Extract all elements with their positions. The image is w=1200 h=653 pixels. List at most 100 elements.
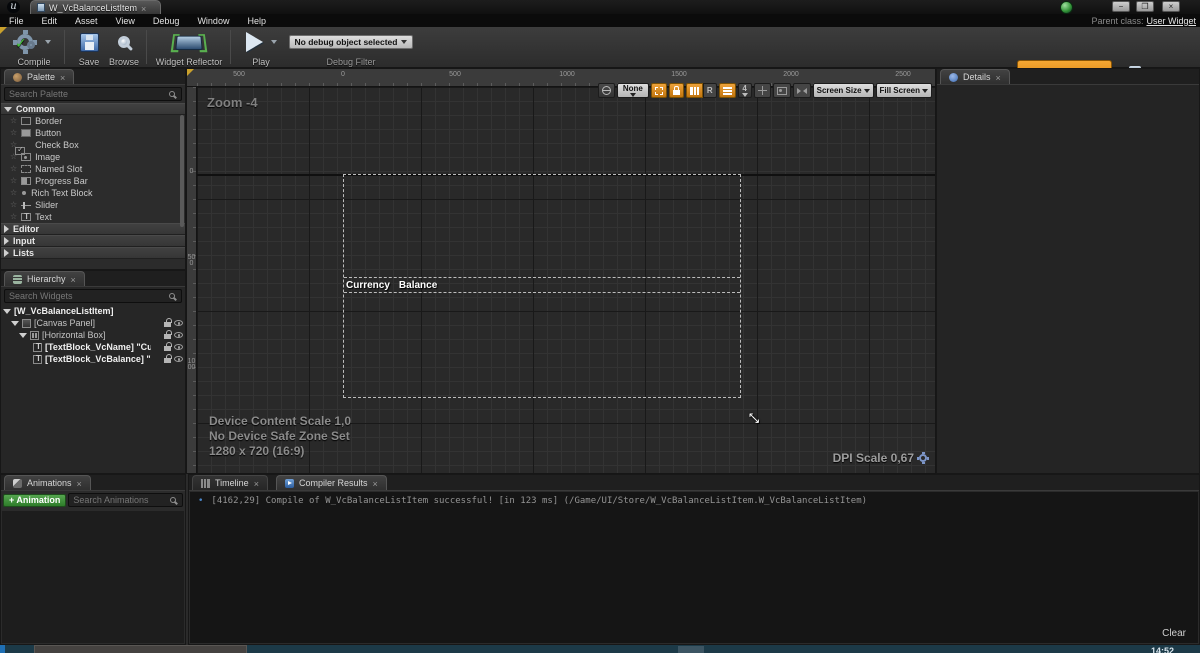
parent-class-link[interactable]: User Widget	[1146, 16, 1196, 26]
hierarchy-row-textblock-vcname[interactable]: [TextBlock_VcName] "Currency"	[1, 341, 185, 353]
favorite-star-icon[interactable]: ☆	[10, 189, 17, 197]
dpi-settings-gear-icon[interactable]	[919, 454, 927, 462]
toggle-grid-snap-button[interactable]	[686, 83, 703, 98]
menu-asset[interactable]: Asset	[66, 16, 107, 26]
palette-item-text[interactable]: ☆Text	[1, 211, 185, 223]
menu-debug[interactable]: Debug	[144, 16, 189, 26]
details-panel: Details	[936, 68, 1200, 474]
hierarchy-search-input[interactable]	[5, 290, 181, 302]
flip-preview-button[interactable]	[793, 83, 811, 98]
toggle-lock-button[interactable]	[669, 83, 684, 98]
play-button[interactable]: Play	[238, 29, 284, 67]
hierarchy-row-canvas-panel[interactable]: [Canvas Panel]	[1, 317, 185, 329]
widget-selection-outline[interactable]: Currency Balance	[343, 174, 741, 398]
details-tab[interactable]: Details	[940, 69, 1010, 84]
launcher-orb-icon[interactable]	[1060, 1, 1073, 14]
preview-background-button[interactable]	[773, 83, 791, 98]
palette-tab[interactable]: Palette	[4, 69, 74, 84]
compiler-results-tab[interactable]: Compiler Results	[276, 475, 387, 490]
chevron-down-icon[interactable]	[11, 321, 19, 326]
palette-category-input[interactable]: Input	[1, 235, 185, 247]
add-animation-button[interactable]: + Animation	[3, 494, 66, 507]
menu-help[interactable]: Help	[238, 16, 275, 26]
visibility-eye-icon[interactable]	[174, 344, 183, 350]
hierarchy-tab[interactable]: Hierarchy	[4, 271, 85, 286]
lock-icon[interactable]	[164, 358, 171, 363]
visibility-eye-icon[interactable]	[174, 320, 183, 326]
hierarchy-row-root[interactable]: [W_VcBalanceListItem]	[1, 305, 185, 317]
localization-preview-button[interactable]	[598, 83, 615, 98]
favorite-star-icon[interactable]: ☆	[10, 117, 17, 125]
animations-icon	[13, 479, 22, 488]
palette-scrollbar[interactable]	[180, 115, 184, 227]
chevron-down-icon[interactable]	[3, 309, 11, 314]
hierarchy-row-horizontal-box[interactable]: [Horizontal Box]	[1, 329, 185, 341]
taskbar-tray-button[interactable]	[678, 646, 704, 653]
palette-item-border[interactable]: ☆Border	[1, 115, 185, 127]
compiler-results-tab-close-icon[interactable]	[372, 474, 377, 492]
lock-icon[interactable]	[164, 322, 171, 327]
details-tab-close-icon[interactable]	[996, 68, 1001, 86]
palette-item-checkbox[interactable]: ☆Check Box	[1, 139, 185, 151]
compile-options-caret-icon[interactable]	[45, 40, 51, 44]
debug-filter-dropdown[interactable]: No debug object selected	[289, 35, 414, 49]
toggle-layout-button[interactable]	[719, 83, 736, 98]
anchor-tool-button[interactable]	[754, 83, 771, 98]
chevron-down-icon[interactable]	[19, 333, 27, 338]
animations-search-input[interactable]	[69, 494, 182, 506]
rotation-snap-button[interactable]: R	[703, 83, 717, 98]
maximize-button[interactable]: ❐	[1136, 1, 1154, 12]
palette-search-input[interactable]	[5, 88, 181, 100]
canvas-grid[interactable]: Zoom -4 Currency Balance ↖↘ Device Conte…	[197, 87, 935, 473]
palette-category-common[interactable]: Common	[1, 103, 185, 115]
favorite-star-icon[interactable]: ☆	[10, 177, 17, 185]
palette-item-progressbar[interactable]: ☆Progress Bar	[1, 175, 185, 187]
hierarchy-row-textblock-vcbalance[interactable]: [TextBlock_VcBalance] "Balance"	[1, 353, 185, 365]
widget-reflector-icon	[175, 35, 203, 49]
menu-file[interactable]: File	[0, 16, 33, 26]
preview-state-dropdown[interactable]: None	[617, 83, 649, 98]
palette-item-button[interactable]: ☆Button	[1, 127, 185, 139]
widget-reflector-button[interactable]: Widget Reflector	[152, 29, 226, 67]
asset-tab[interactable]: W_VcBalanceListItem	[30, 0, 161, 14]
fill-screen-dropdown[interactable]: Fill Screen	[876, 83, 932, 98]
start-button-edge[interactable]	[0, 645, 5, 653]
favorite-star-icon[interactable]: ☆	[10, 129, 17, 137]
favorite-star-icon[interactable]: ☆	[10, 165, 17, 173]
taskbar-app-button[interactable]	[34, 645, 247, 653]
screen-size-dropdown[interactable]: Screen Size	[813, 83, 874, 98]
visibility-eye-icon[interactable]	[174, 332, 183, 338]
search-icon	[169, 293, 175, 299]
palette-item-image[interactable]: ☆Image	[1, 151, 185, 163]
lock-icon[interactable]	[164, 334, 171, 339]
palette-item-namedslot[interactable]: ☆Named Slot	[1, 163, 185, 175]
minimize-button[interactable]: −	[1112, 1, 1130, 12]
visibility-eye-icon[interactable]	[174, 356, 183, 362]
play-options-caret-icon[interactable]	[271, 40, 277, 44]
menu-view[interactable]: View	[107, 16, 144, 26]
palette-item-slider[interactable]: ☆Slider	[1, 199, 185, 211]
palette-item-richtext[interactable]: ☆Rich Text Block	[1, 187, 185, 199]
close-button[interactable]: ×	[1162, 1, 1180, 12]
browse-label: Browse	[109, 57, 139, 67]
timeline-tab[interactable]: Timeline	[192, 475, 268, 490]
animations-tab[interactable]: Animations	[4, 475, 91, 490]
toggle-outlines-button[interactable]	[651, 83, 667, 98]
designer-viewport[interactable]: 500 0 500 1000 1500 2000 2500 0 500 1000…	[186, 68, 936, 474]
browse-button[interactable]: Browse	[104, 29, 144, 67]
favorite-star-icon[interactable]: ☆	[10, 201, 17, 209]
animations-tab-close-icon[interactable]	[77, 474, 82, 492]
clear-log-button[interactable]: Clear	[1162, 628, 1186, 639]
timeline-tab-close-icon[interactable]	[254, 474, 259, 492]
menu-edit[interactable]: Edit	[33, 16, 67, 26]
palette-category-editor[interactable]: Editor	[1, 223, 185, 235]
menu-window[interactable]: Window	[188, 16, 238, 26]
palette-tab-close-icon[interactable]	[60, 68, 65, 86]
save-button[interactable]: Save	[72, 29, 106, 67]
palette-category-lists[interactable]: Lists	[1, 247, 185, 259]
compile-button[interactable]: ✓ Compile	[8, 29, 60, 67]
favorite-star-icon[interactable]: ☆	[10, 213, 17, 221]
lock-icon[interactable]	[164, 346, 171, 351]
grid-snap-size-dropdown[interactable]: 4	[738, 83, 752, 98]
hierarchy-tab-close-icon[interactable]	[71, 270, 76, 288]
